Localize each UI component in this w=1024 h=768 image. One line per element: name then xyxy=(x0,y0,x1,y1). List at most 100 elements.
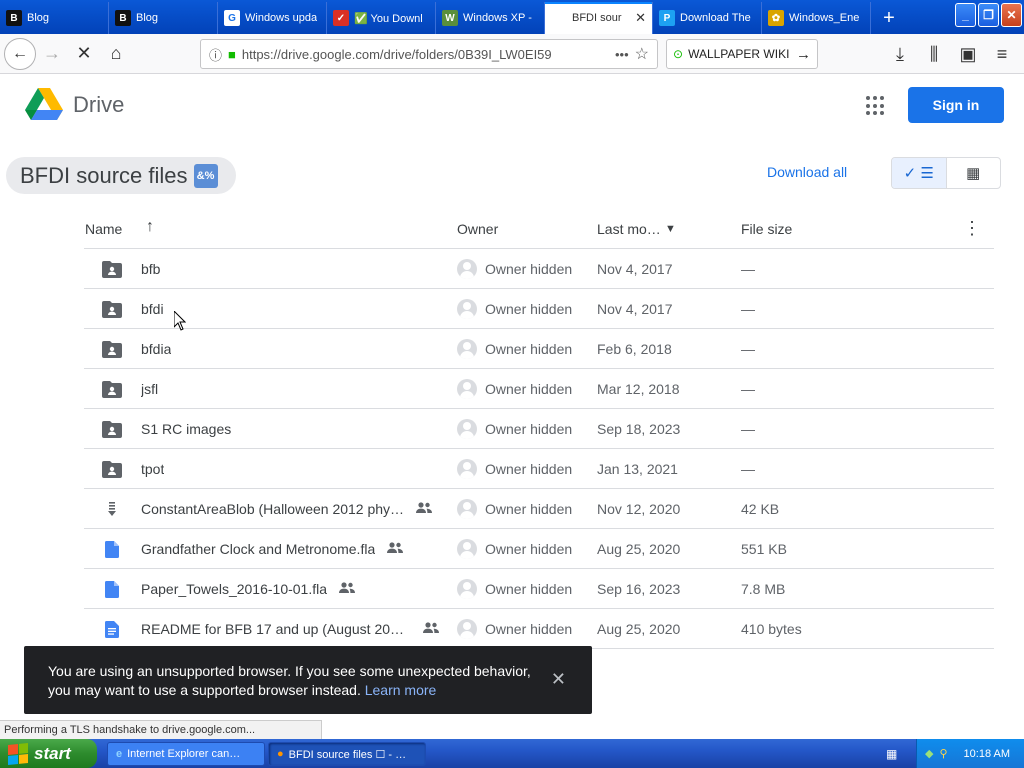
drive-logo-icon[interactable] xyxy=(25,88,63,122)
blogger-icon: B xyxy=(115,10,131,26)
browser-tab[interactable]: BFDI sour ✕ xyxy=(545,2,653,34)
sidebar-icon: ▣ xyxy=(959,43,977,64)
table-row[interactable]: ConstantAreaBlob (Halloween 2012 phy… Own… xyxy=(84,489,994,529)
network-icon[interactable]: ◆ xyxy=(925,747,933,760)
google-apps-icon[interactable] xyxy=(866,96,886,116)
file-name[interactable]: S1 RC images xyxy=(141,421,231,437)
browser-tab-label: Blog xyxy=(136,12,159,24)
stop-icon: ✕ xyxy=(76,43,92,63)
browser-tab[interactable]: B Blog xyxy=(0,2,109,34)
owner-name: Owner hidden xyxy=(485,341,573,357)
minimize-button[interactable]: _ xyxy=(955,3,976,27)
browser-tab[interactable]: G Windows upda xyxy=(218,2,327,34)
avatar xyxy=(457,339,477,359)
search-input[interactable]: WALLPAPER WIKI xyxy=(688,47,791,61)
home-button[interactable]: ⌂ xyxy=(100,38,132,70)
download-icon: ⤓ xyxy=(896,43,904,64)
table-row[interactable]: Paper_Towels_2016-10-01.fla Owner hidden S… xyxy=(84,569,994,609)
browser-tab[interactable]: B Blog xyxy=(109,2,218,34)
more-options-icon[interactable]: ⋮ xyxy=(963,218,981,239)
library-button[interactable]: ⫼ xyxy=(918,38,950,70)
table-row[interactable]: bfdi Owner hidden Nov 4, 2017 — xyxy=(84,289,994,329)
close-icon[interactable]: ✕ xyxy=(551,670,566,689)
table-row[interactable]: bfdia Owner hidden Feb 6, 2018 — xyxy=(84,329,994,369)
sidebar-button[interactable]: ▣ xyxy=(952,38,984,70)
file-name[interactable]: jsfl xyxy=(141,381,158,397)
avatar xyxy=(457,499,477,519)
browser-tab[interactable]: ✿ Windows_Ene xyxy=(762,2,871,34)
info-icon[interactable]: ⓘ xyxy=(209,45,222,64)
keyboard-icon[interactable]: ▦ xyxy=(886,747,902,761)
clock[interactable]: 10:18 AM xyxy=(964,748,1010,760)
url-text[interactable]: https://drive.google.com/drive/folders/0… xyxy=(242,47,609,62)
drive-icon xyxy=(551,10,567,26)
search-go-icon[interactable]: → xyxy=(796,46,811,63)
shared-folder-icon xyxy=(102,379,122,399)
menu-button[interactable]: ≡ xyxy=(986,38,1018,70)
search-box[interactable]: ⊙ WALLPAPER WIKI → xyxy=(666,39,818,69)
taskbar-item-firefox[interactable]: ● BFDI source files ☐ - … xyxy=(268,742,426,766)
column-name-header[interactable]: Name xyxy=(85,221,122,237)
snackbar-message: You are using an unsupported browser. If… xyxy=(48,663,531,698)
forward-button[interactable]: → xyxy=(36,38,68,70)
file-size: 42 KB xyxy=(741,501,780,517)
file-name[interactable]: bfb xyxy=(141,261,160,277)
close-tab-icon[interactable]: ✕ xyxy=(635,10,646,26)
new-tab-button[interactable]: + xyxy=(871,2,907,34)
file-icon xyxy=(102,539,122,559)
owner-name: Owner hidden xyxy=(485,461,573,477)
shared-people-icon xyxy=(423,622,439,636)
sort-dropdown-icon[interactable]: ▼ xyxy=(665,223,676,235)
table-row[interactable]: Grandfather Clock and Metronome.fla Owner… xyxy=(84,529,994,569)
restore-button[interactable]: ❐ xyxy=(978,3,999,27)
address-bar[interactable]: ⓘ ■ https://drive.google.com/drive/folde… xyxy=(200,39,658,69)
sort-ascending-icon[interactable]: ↑ xyxy=(146,218,154,236)
sign-in-button[interactable]: Sign in xyxy=(908,87,1004,123)
start-label: start xyxy=(34,743,71,763)
file-name[interactable]: ConstantAreaBlob (Halloween 2012 phy… xyxy=(141,501,404,517)
learn-more-link[interactable]: Learn more xyxy=(365,682,437,698)
list-view-icon: ✓ ☰ xyxy=(903,165,934,182)
page-actions-icon[interactable]: ••• xyxy=(615,47,629,62)
downloads-button[interactable]: ⤓ xyxy=(884,38,916,70)
browser-tab-label: Download The xyxy=(680,12,751,24)
file-name[interactable]: tpot xyxy=(141,461,164,477)
product-name[interactable]: Drive xyxy=(73,92,124,118)
file-name[interactable]: bfdi xyxy=(141,301,164,317)
hamburger-icon: ≡ xyxy=(996,43,1008,64)
browser-tab[interactable]: P Download The xyxy=(653,2,762,34)
table-row[interactable]: bfb Owner hidden Nov 4, 2017 — xyxy=(84,249,994,289)
list-view-button[interactable]: ✓ ☰ xyxy=(892,158,947,188)
file-name[interactable]: Grandfather Clock and Metronome.fla xyxy=(141,541,375,557)
table-row[interactable]: README for BFB 17 and up (August 202… Own… xyxy=(84,609,994,649)
grid-view-button[interactable]: ▦ xyxy=(947,158,1001,188)
flower-icon: ✿ xyxy=(768,10,784,26)
table-row[interactable]: jsfl Owner hidden Mar 12, 2018 — xyxy=(84,369,994,409)
file-size: — xyxy=(741,341,755,357)
bookmark-star-icon[interactable]: ☆ xyxy=(635,44,649,64)
stop-button[interactable]: ✕ xyxy=(68,38,100,70)
taskbar-item-internet-explorer[interactable]: e Internet Explorer can… xyxy=(107,742,265,766)
file-name[interactable]: bfdia xyxy=(141,341,171,357)
folder-title[interactable]: BFDI source files &% xyxy=(6,157,236,194)
last-modified: Mar 12, 2018 xyxy=(597,381,680,397)
download-all-button[interactable]: Download all xyxy=(767,164,847,180)
search-tray-icon[interactable]: ⚲ xyxy=(939,747,947,760)
table-row[interactable]: tpot Owner hidden Jan 13, 2021 — xyxy=(84,449,994,489)
browser-tab-label: Windows XP - xyxy=(463,12,532,24)
file-name[interactable]: Paper_Towels_2016-10-01.fla xyxy=(141,581,327,597)
avatar xyxy=(457,379,477,399)
column-modified-header[interactable]: Last mo… xyxy=(597,221,661,237)
lock-icon[interactable]: ■ xyxy=(228,47,236,62)
back-button[interactable]: ← xyxy=(4,37,36,70)
file-name[interactable]: README for BFB 17 and up (August 202… xyxy=(141,621,411,637)
browser-tab[interactable]: W Windows XP - xyxy=(436,2,545,34)
last-modified: Aug 25, 2020 xyxy=(597,621,681,637)
close-window-button[interactable]: ✕ xyxy=(1001,3,1022,27)
firefox-icon: ● xyxy=(277,748,284,760)
browser-tab[interactable]: ✓ ✅ You Downl xyxy=(327,2,436,34)
last-modified: Nov 4, 2017 xyxy=(597,261,673,277)
table-row[interactable]: S1 RC images Owner hidden Sep 18, 2023 — xyxy=(84,409,994,449)
start-button[interactable]: start xyxy=(0,739,97,768)
folder-title-text: BFDI source files xyxy=(20,162,188,188)
